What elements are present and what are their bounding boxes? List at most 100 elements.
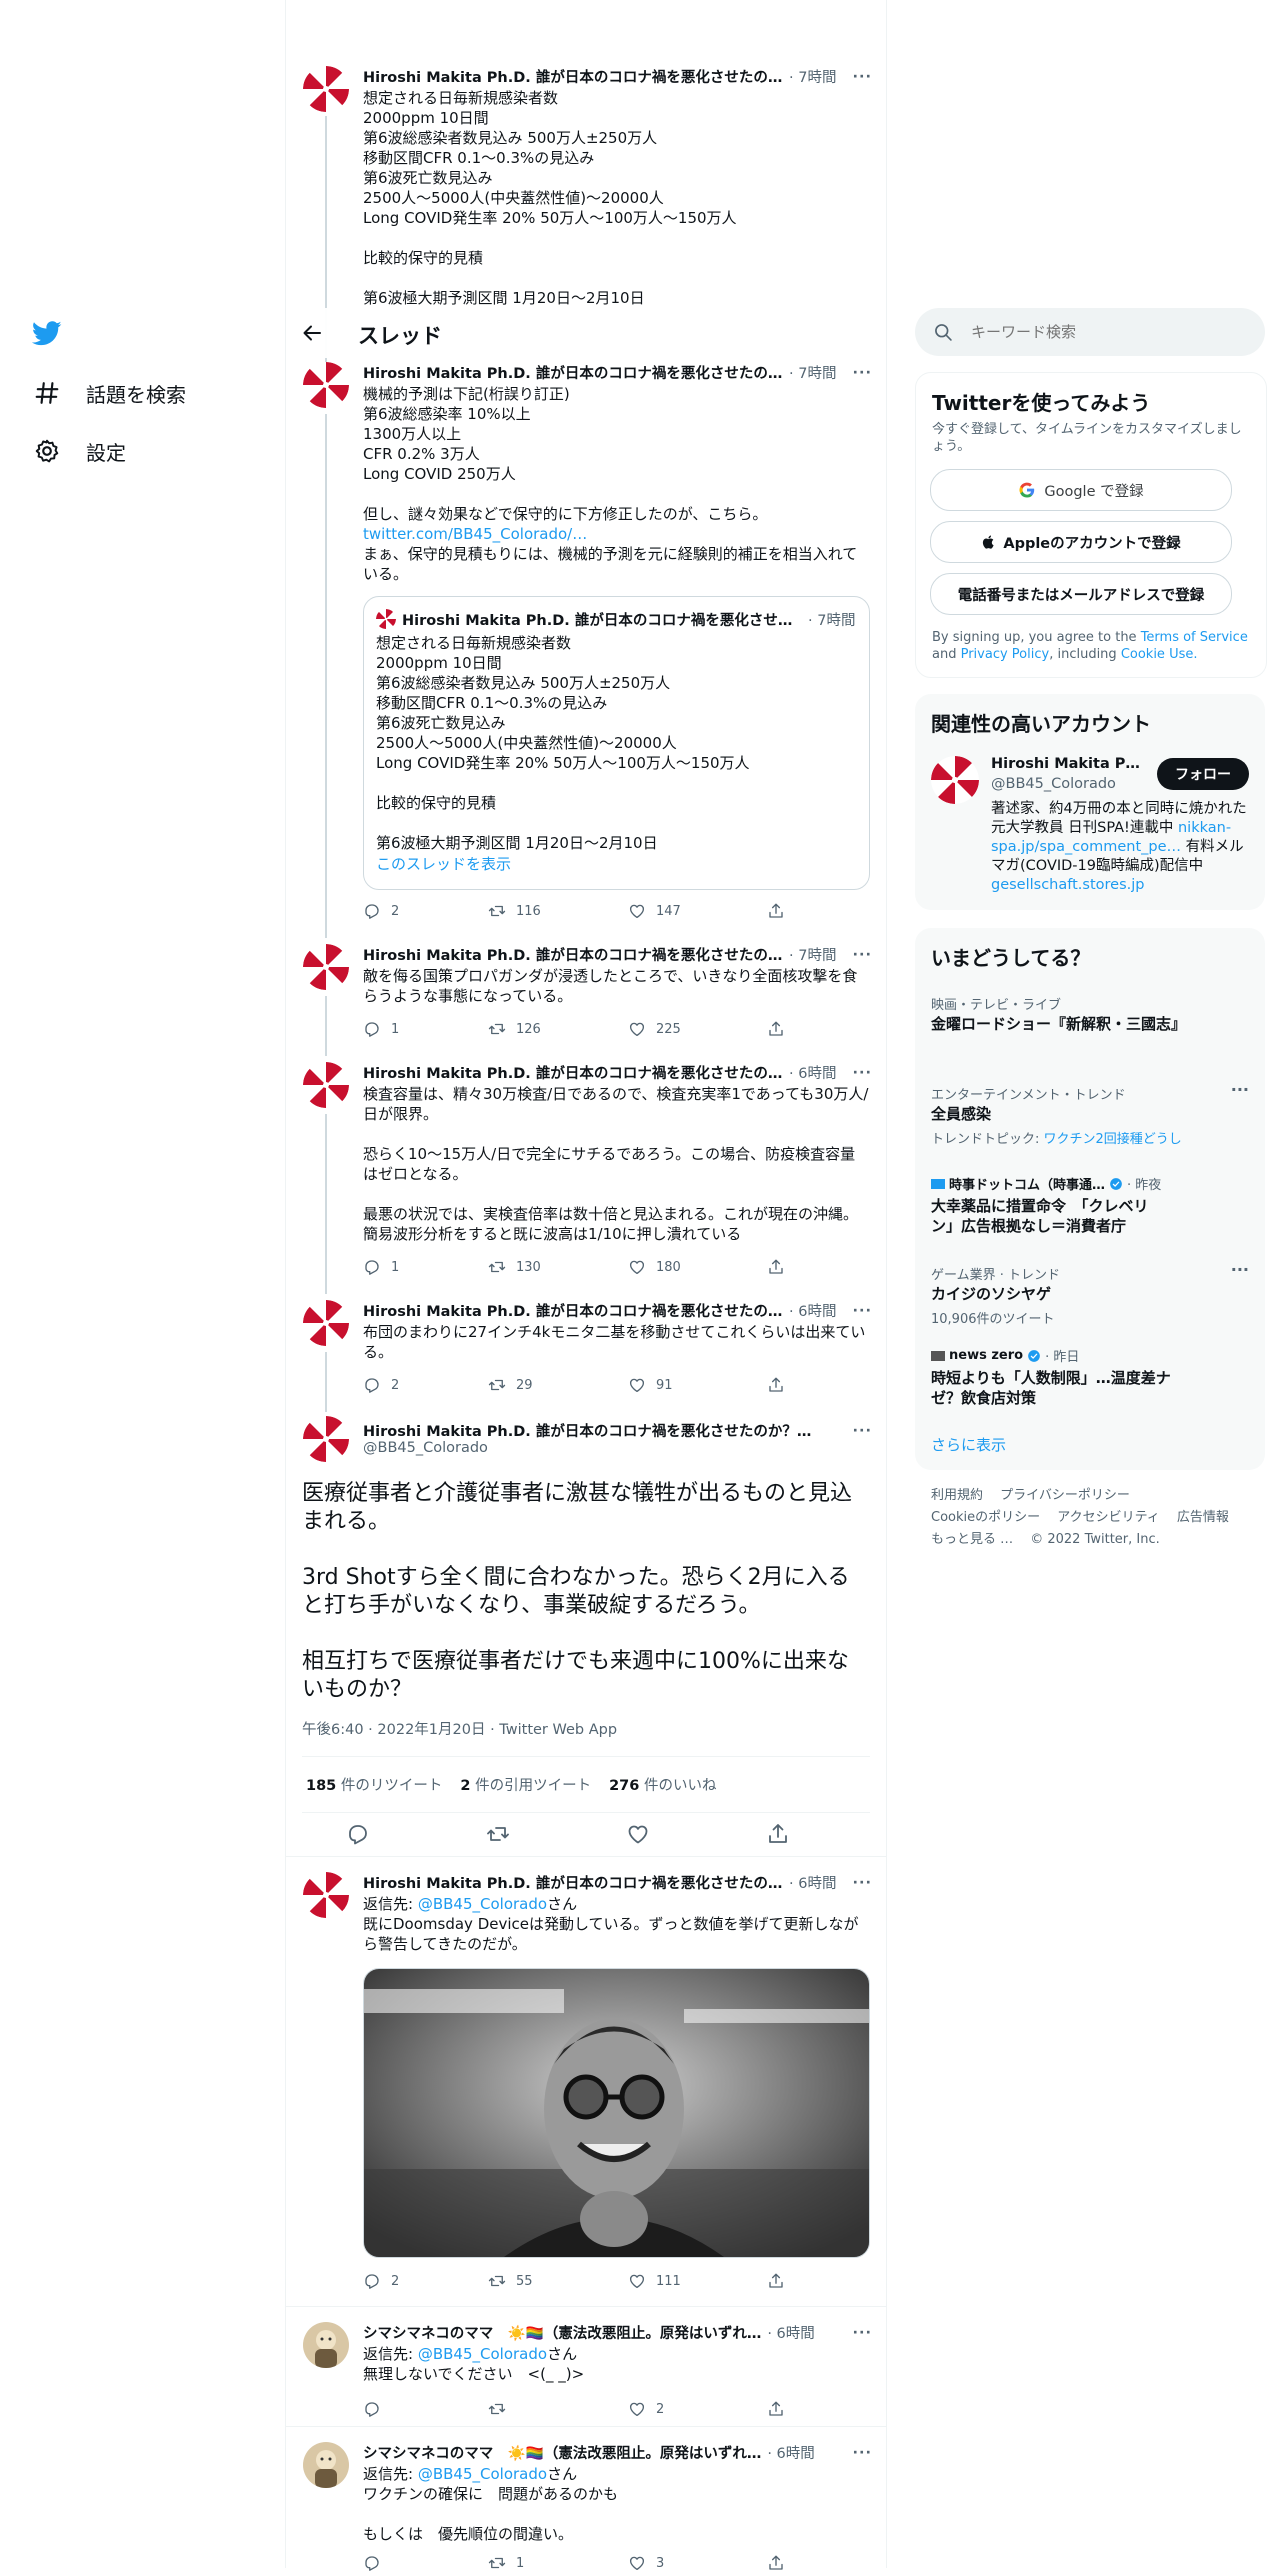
trend-item[interactable]: 映画・テレビ・ライブ 金曜ロードショー『新解釈・三國志』 — [915, 984, 1265, 1054]
tweet-image[interactable] — [363, 1968, 870, 2258]
trend-item[interactable]: ゲーム業界 · トレンド ··· カイジのソシヤゲ 10,906件のツイート — [915, 1254, 1265, 1327]
tweet-time[interactable]: · 7時間 — [789, 362, 836, 383]
avatar[interactable] — [303, 362, 349, 408]
apple-signup-button[interactable]: Appleのアカウントで登録 — [930, 521, 1232, 563]
search-box[interactable] — [915, 308, 1265, 356]
author-name[interactable]: Hiroshi Makita Ph.D. 誰が日本のコロナ禍を悪化させたのか？扶… — [363, 1420, 823, 1441]
tweet-url[interactable]: twitter.com/BB45_Colorado/… — [363, 525, 587, 543]
retweet-button[interactable]: 116 — [488, 902, 541, 920]
share-button[interactable] — [767, 2554, 795, 2572]
follow-button[interactable]: フォロー — [1157, 758, 1249, 790]
reply-button[interactable] — [346, 1822, 370, 1850]
search-input[interactable] — [969, 316, 1243, 348]
retweets-stat[interactable]: 185 件のリツイート — [306, 1774, 442, 1795]
like-button[interactable]: 147 — [628, 902, 681, 920]
google-signup-button[interactable]: Google で登録 — [930, 469, 1232, 511]
avatar[interactable] — [303, 1416, 349, 1462]
reply-button[interactable]: 2 — [363, 1376, 399, 1394]
more-icon[interactable]: ··· — [852, 1065, 872, 1081]
reply-to-handle[interactable]: @BB45_Colorado — [418, 2465, 547, 2483]
footer-terms-link[interactable]: 利用規約 — [931, 1488, 983, 1503]
tweet-time[interactable]: · 6時間 — [767, 2322, 814, 2343]
retweet-button[interactable]: 126 — [488, 1020, 541, 1038]
author-name[interactable]: Hiroshi Makita Ph.D. 誰が日本のコロナ禍を悪化させたのか… — [363, 362, 783, 383]
phone-signup-button[interactable]: 電話番号またはメールアドレスで登録 — [930, 573, 1232, 615]
share-button[interactable] — [767, 1020, 795, 1038]
tweet-time[interactable]: · 6時間 — [789, 1300, 836, 1321]
retweet-button[interactable]: 55 — [488, 2272, 533, 2290]
share-button[interactable] — [767, 1258, 795, 1276]
more-icon[interactable]: ··· — [852, 1303, 872, 1319]
more-icon[interactable]: ··· — [852, 365, 872, 381]
author-name[interactable]: Hiroshi Makita Ph.D. 誰が日本のコロナ禍を悪化させたのか… — [363, 1300, 783, 1321]
share-button[interactable] — [767, 2272, 795, 2290]
avatar[interactable] — [303, 944, 349, 990]
like-button[interactable]: 91 — [628, 1376, 673, 1394]
footer-more-link[interactable]: もっと見る … — [931, 1532, 1013, 1547]
author-name[interactable]: シマシマネコのママ ☀️🏳️‍🌈（憲法改悪阻止。原発はいずれ… — [363, 2322, 761, 2343]
retweet-button[interactable] — [488, 2400, 516, 2418]
nav-settings[interactable]: 設定 — [32, 436, 126, 466]
tweet-time[interactable]: · 6時間 — [789, 1872, 836, 1893]
quotes-stat[interactable]: 2 件の引用ツイート — [460, 1774, 591, 1795]
like-button[interactable]: 2 — [628, 2400, 664, 2418]
author-name[interactable]: Hiroshi Makita Ph.D. 誰が日本のコロナ禍を悪化させたのか… — [363, 1872, 783, 1893]
retweet-button[interactable]: 130 — [488, 1258, 541, 1276]
nav-explore[interactable]: 話題を検索 — [32, 378, 186, 408]
tweet-time[interactable]: · 7時間 — [789, 944, 836, 965]
more-icon[interactable]: ··· — [852, 1423, 872, 1439]
reply-button[interactable]: 1 — [363, 1258, 399, 1276]
news-item[interactable]: news zero · 昨日 時短よりも「人数制限」…温度差ナゼ？飲食店対策 — [915, 1336, 1265, 1416]
tweet-time[interactable]: · 7時間 — [789, 66, 836, 87]
share-button[interactable] — [767, 2400, 795, 2418]
back-arrow-icon[interactable] — [300, 321, 324, 349]
more-icon[interactable]: ··· — [852, 947, 872, 963]
privacy-link[interactable]: Privacy Policy — [961, 647, 1050, 662]
reply-button[interactable] — [363, 2400, 391, 2418]
author-name[interactable]: Hiroshi Makita Ph.D. 誰が日本のコロナ禍を悪化させたのか… — [363, 944, 783, 965]
reply-button[interactable]: 2 — [363, 902, 399, 920]
avatar[interactable] — [303, 1300, 349, 1346]
more-icon[interactable]: ··· — [1231, 1080, 1249, 1099]
avatar[interactable] — [303, 66, 349, 112]
trend-topic-link[interactable]: ワクチン2回接種どうし — [1044, 1132, 1182, 1147]
footer-accessibility-link[interactable]: アクセシビリティ — [1057, 1510, 1160, 1525]
share-button[interactable] — [767, 1376, 795, 1394]
more-icon[interactable]: ··· — [852, 2445, 872, 2461]
like-button[interactable] — [626, 1822, 650, 1850]
quoted-tweet[interactable]: Hiroshi Makita Ph.D. 誰が日本のコロナ禍を悪化させたの… ·… — [363, 596, 870, 890]
avatar[interactable] — [931, 756, 979, 804]
more-icon[interactable]: ··· — [852, 69, 872, 85]
news-item[interactable]: 時事ドットコム（時事通… · 昨夜 大幸薬品に措置命令 「クレベリン」広告根拠な… — [915, 1164, 1265, 1244]
retweet-button[interactable]: 29 — [488, 1376, 533, 1394]
author-name[interactable]: Hiroshi Makita Ph.D. 誰が日本のコロナ禍を悪化させたのか… — [363, 1062, 783, 1083]
like-button[interactable]: 111 — [628, 2272, 681, 2290]
more-icon[interactable]: ··· — [1231, 1260, 1249, 1279]
tweet-meta[interactable]: 午後6:40 · 2022年1月20日 · Twitter Web App — [302, 1718, 617, 1739]
reply-to-handle[interactable]: @BB45_Colorado — [418, 2345, 547, 2363]
trend-item[interactable]: エンターテインメント・トレンド ··· 全員感染 トレンドトピック: ワクチン2… — [915, 1074, 1265, 1147]
tweet-time[interactable]: · 6時間 — [789, 1062, 836, 1083]
cookie-link[interactable]: Cookie Use. — [1121, 647, 1198, 662]
like-button[interactable]: 225 — [628, 1020, 681, 1038]
author-handle[interactable]: @BB45_Colorado — [363, 1440, 488, 1456]
author-name[interactable]: シマシマネコのママ ☀️🏳️‍🌈（憲法改悪阻止。原発はいずれ… — [363, 2442, 761, 2463]
bio-link[interactable]: gesellschaft.stores.jp — [991, 877, 1144, 893]
reply-to-handle[interactable]: @BB45_Colorado — [418, 1895, 547, 1913]
retweet-button[interactable] — [486, 1822, 510, 1850]
likes-stat[interactable]: 276 件のいいね — [609, 1774, 716, 1795]
retweet-button[interactable]: 1 — [488, 2554, 524, 2572]
terms-link[interactable]: Terms of Service — [1141, 630, 1248, 645]
share-button[interactable] — [766, 1822, 790, 1850]
footer-ads-link[interactable]: 広告情報 — [1177, 1510, 1229, 1525]
like-button[interactable]: 3 — [628, 2554, 664, 2572]
related-name[interactable]: Hiroshi Makita Ph.D. … — [991, 756, 1141, 772]
more-icon[interactable]: ··· — [852, 1875, 872, 1891]
avatar[interactable] — [303, 1062, 349, 1108]
twitter-bird-icon[interactable] — [31, 318, 62, 352]
related-handle[interactable]: @BB45_Colorado — [991, 776, 1116, 792]
avatar[interactable] — [303, 2442, 349, 2488]
author-name[interactable]: Hiroshi Makita Ph.D. 誰が日本のコロナ禍を悪化させたのか… — [363, 66, 783, 87]
reply-button[interactable] — [363, 2554, 391, 2572]
reply-button[interactable]: 2 — [363, 2272, 399, 2290]
